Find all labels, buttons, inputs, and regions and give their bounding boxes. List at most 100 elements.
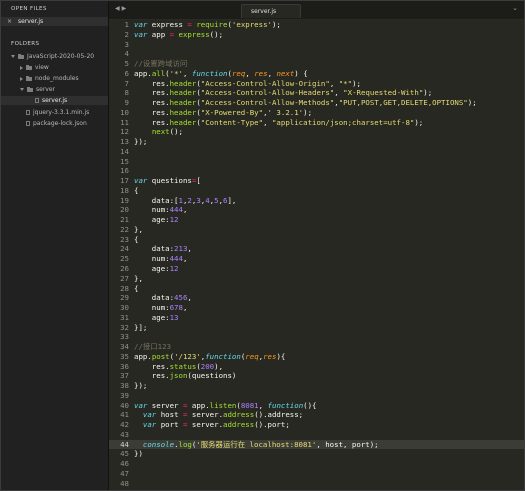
line-number: 27 [120,273,129,283]
code-line[interactable]: }); [134,381,147,391]
line-number: 7 [124,78,129,88]
code-token: server [147,400,183,410]
code-token: (); [209,29,224,39]
tree-item[interactable]: node_modules [1,74,108,83]
code-line[interactable]: { [134,284,138,294]
line-number: 30 [120,303,129,313]
tree-item[interactable]: jquery-3.3.1.min.js [1,108,108,117]
code-line[interactable]: }); [134,137,147,147]
code-token: 12 [169,264,179,273]
code-token: var [142,410,157,420]
code-token: ) { [294,68,308,78]
chevron-right-icon[interactable] [20,65,23,70]
code-token: "Access-Control-Allow-Origin" [200,78,330,88]
code-line[interactable]: var host = server.address().address; [134,410,303,420]
code-line[interactable]: var questions=[ [134,176,201,186]
code-token: num: [134,205,170,215]
code-line[interactable]: num:444, [134,205,188,215]
code-line[interactable]: { [134,235,138,245]
chevron-right-icon[interactable] [20,76,23,81]
code-line[interactable]: next(); [134,127,183,137]
code-token: app. [187,400,210,410]
back-icon[interactable]: ◀ [115,5,122,12]
line-number: 44 [120,439,129,449]
code-line[interactable]: var express = require('express'); [134,20,281,30]
code-line[interactable]: { [134,186,138,196]
code-token: , [245,68,255,78]
line-number: 5 [124,59,129,69]
code-token: data: [134,293,175,303]
tree-item-label: JavaScript-2020-05-20 [27,53,95,60]
line-number: 13 [120,137,129,147]
code-token: status [169,361,197,371]
code-token: 444 [169,254,183,264]
tree-item[interactable]: server.js [1,96,108,106]
code-token: res [254,68,268,78]
code-token: , [182,205,188,215]
code-line[interactable]: res.header("Access-Control-Allow-Origin"… [134,79,361,89]
code-token: , [182,68,192,78]
code-line[interactable]: console.log('服务器运行在 localhost:8081', hos… [134,440,379,450]
tree-item[interactable]: package-lock.json [1,119,108,128]
code-token: res. [134,98,170,108]
code-line[interactable]: }]; [134,323,147,333]
code-editor[interactable]: 1 var express = require('express'); 2 var a… [109,20,524,490]
code-line[interactable]: }, [134,225,143,235]
code-line[interactable]: app.all('*', function(req, res, next) { [134,69,308,79]
code-token: }]; [134,322,148,332]
code-line[interactable]: var server = app.listen(8081, function()… [134,401,317,411]
tree-item-label: server [36,86,55,94]
code-token: res. [134,88,170,98]
code-line[interactable]: res.status(200), [134,362,223,372]
code-token: 12 [169,215,179,225]
open-file-item[interactable]: × server.js [1,17,108,26]
line-number: 16 [120,166,129,176]
code-line[interactable]: age:12 [134,264,179,274]
line-number: 18 [120,185,129,195]
code-token: '/123' [174,351,201,361]
file-icon [26,120,30,126]
code-line[interactable]: //设置跨域访问 [134,59,187,69]
forward-icon[interactable]: ▶ [122,5,129,12]
code-token: , [329,78,339,88]
code-token: "application/json;charset=utf-8" [271,117,415,127]
code-line[interactable]: data:[1,2,3,4,5,6], [134,196,237,206]
code-line[interactable]: num:444, [134,254,188,264]
code-token: req [245,351,259,361]
code-line[interactable]: var port = server.address().port; [134,420,290,430]
code-line[interactable]: res.json(questions) [134,371,237,381]
code-line[interactable]: age:12 [134,215,179,225]
code-token: age: [134,312,170,322]
code-token: , [258,400,268,410]
code-line[interactable]: app.post('/123',function(req,res){ [134,352,285,362]
code-token: "X-Powered-By" [200,107,264,117]
code-line[interactable]: res.header("X-Powered-By",' 3.2.1'); [134,108,312,118]
tree-item[interactable]: view [1,63,108,72]
chevron-down-icon[interactable] [20,88,24,92]
code-line[interactable]: res.header("Access-Control-Allow-Methods… [134,98,477,108]
close-icon[interactable]: × [7,17,12,26]
tree-item[interactable]: server [1,85,108,94]
code-token: res. [134,107,170,117]
code-line[interactable]: }, [134,274,143,284]
tab-server-js[interactable]: server.js [241,4,301,18]
code-line[interactable]: //接口123 [134,342,171,352]
code-line[interactable]: res.header("Access-Control-Allow-Headers… [134,88,432,98]
chevron-down-icon[interactable] [11,55,15,58]
code-line[interactable]: data:456, [134,293,192,303]
chevron-down-icon[interactable]: ⌄ [512,4,518,12]
code-line[interactable]: var app = express(); [134,30,223,40]
code-token: 200 [200,361,215,371]
line-number: 12 [120,127,129,137]
code-token: 13 [169,312,179,322]
code-token: age: [134,215,170,225]
code-line[interactable]: }) [134,449,143,459]
code-line[interactable]: num:678, [134,303,188,313]
code-line[interactable]: age:13 [134,313,179,323]
code-line[interactable]: data:213, [134,244,192,254]
code-token: ); [467,98,477,108]
line-number: 6 [124,68,129,78]
code-line[interactable]: res.header("Content-Type", "application/… [134,118,423,128]
tree-item-label: view [35,64,49,72]
tree-item[interactable]: JavaScript-2020-05-20 [1,52,108,61]
